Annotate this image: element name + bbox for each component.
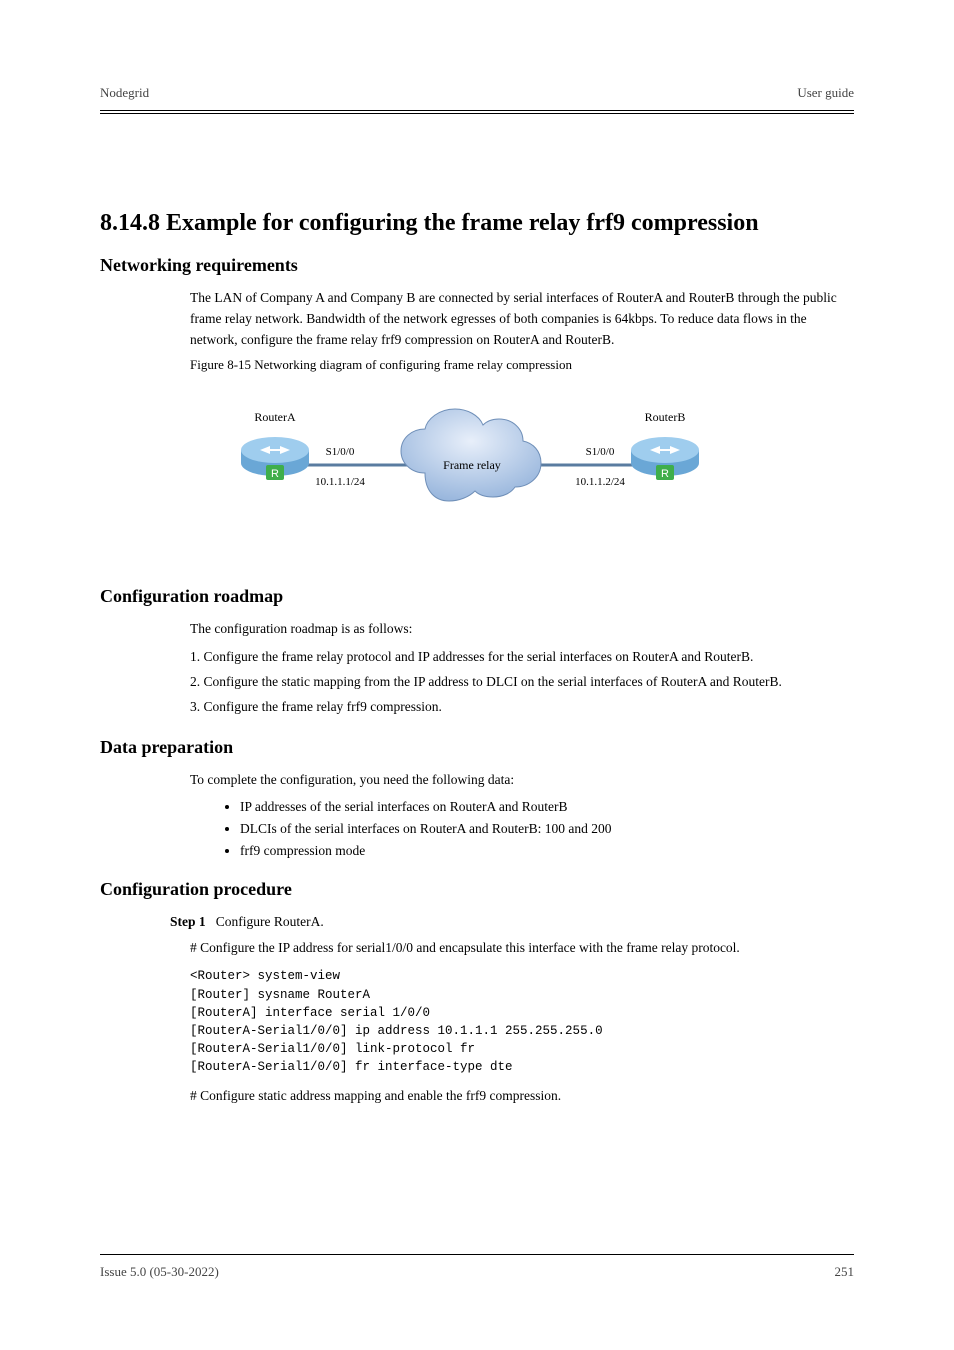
footer-left: Issue 5.0 (05-30-2022) bbox=[100, 1264, 219, 1280]
header-left: Nodegrid bbox=[100, 85, 149, 101]
dataprep-item: DLCIs of the serial interfaces on Router… bbox=[240, 818, 854, 840]
svg-text:R: R bbox=[661, 468, 669, 480]
router-b-label: RouterB bbox=[645, 410, 686, 424]
svg-text:R: R bbox=[271, 468, 279, 480]
section-number: 8.14.8 bbox=[100, 210, 160, 236]
router-b-interface: S1/0/0 bbox=[586, 446, 615, 458]
router-a-interface: S1/0/0 bbox=[326, 446, 355, 458]
footer-rule bbox=[100, 1254, 854, 1255]
router-a-label: RouterA bbox=[254, 410, 296, 424]
roadmap-intro: The configuration roadmap is as follows: bbox=[190, 619, 854, 640]
router-b-icon: R bbox=[631, 437, 699, 480]
step-1-comment-1: # Configure the IP address for serial1/0… bbox=[190, 938, 854, 959]
dataprep-intro: To complete the configuration, you need … bbox=[190, 770, 854, 791]
step-1-row: Step 1 Configure RouterA. bbox=[170, 912, 854, 932]
header-right: User guide bbox=[797, 85, 854, 101]
cloud-icon bbox=[401, 409, 541, 501]
dataprep-list: IP addresses of the serial interfaces on… bbox=[240, 796, 854, 861]
step-1-text: Configure RouterA. bbox=[216, 914, 324, 929]
cloud-label: Frame relay bbox=[443, 458, 501, 472]
roadmap-item: 3. Configure the frame relay frf9 compre… bbox=[190, 696, 854, 719]
heading-configuration-roadmap: Configuration roadmap bbox=[100, 586, 854, 607]
cli-block: <Router> system-view [Router] sysname Ro… bbox=[190, 967, 854, 1076]
figure-diagram: Frame relay R RouterA S1/0/0 10.1.1.1/24 bbox=[190, 403, 750, 568]
step-1-comment-2: # Configure static address mapping and e… bbox=[190, 1086, 854, 1107]
router-a-ip: 10.1.1.1/24 bbox=[315, 476, 365, 488]
heading-networking-requirements: Networking requirements bbox=[100, 255, 854, 276]
step-1-label: Step 1 bbox=[170, 914, 206, 929]
footer-right: 251 bbox=[835, 1264, 855, 1280]
roadmap-item: 1. Configure the frame relay protocol an… bbox=[190, 646, 854, 669]
dataprep-item: frf9 compression mode bbox=[240, 840, 854, 862]
heading-data-preparation: Data preparation bbox=[100, 737, 854, 758]
heading-configuration-procedure: Configuration procedure bbox=[100, 879, 854, 900]
section-title: 8.14.8 Example for configuring the frame… bbox=[100, 210, 854, 237]
router-b-ip: 10.1.1.2/24 bbox=[575, 476, 625, 488]
roadmap-item: 2. Configure the static mapping from the… bbox=[190, 671, 854, 694]
networking-requirements-text: The LAN of Company A and Company B are c… bbox=[190, 288, 854, 351]
router-a-icon: R bbox=[241, 437, 309, 480]
network-diagram-svg: Frame relay R RouterA S1/0/0 10.1.1.1/24 bbox=[190, 403, 750, 563]
header-rule bbox=[100, 110, 854, 114]
roadmap-list: 1. Configure the frame relay protocol an… bbox=[190, 646, 854, 719]
figure-label: Figure 8-15 Networking diagram of config… bbox=[190, 357, 854, 373]
section-title-text: Example for configuring the frame relay … bbox=[166, 210, 759, 236]
dataprep-item: IP addresses of the serial interfaces on… bbox=[240, 796, 854, 818]
